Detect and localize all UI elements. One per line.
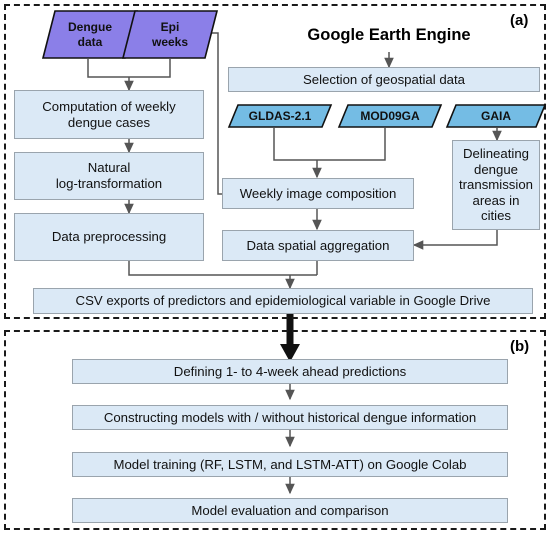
gaia-dataset-label: GAIA	[481, 108, 511, 123]
panel-b-tag: (b)	[510, 338, 530, 355]
selection-geospatial-data-box[interactable]: Selection of geospatial data	[228, 67, 540, 92]
weekly-image-composition-box[interactable]: Weekly image composition	[222, 178, 414, 209]
csv-exports-box[interactable]: CSV exports of predictors and epidemiolo…	[33, 288, 533, 314]
data-preprocessing-box[interactable]: Data preprocessing	[14, 213, 204, 261]
epi-weeks-node[interactable]: Epi weeks	[121, 10, 219, 59]
model-training-box[interactable]: Model training (RF, LSTM, and LSTM-ATT) …	[72, 452, 508, 477]
epi-weeks-label: Epi weeks	[151, 20, 189, 49]
gldas-dataset-node[interactable]: GLDAS-2.1	[227, 104, 333, 128]
mod09ga-dataset-label: MOD09GA	[360, 108, 420, 123]
google-earth-engine-title: Google Earth Engine	[307, 26, 471, 44]
defining-predictions-box[interactable]: Defining 1- to 4-week ahead predictions	[72, 359, 508, 384]
delineating-transmission-areas-box[interactable]: Delineating dengue transmission areas in…	[452, 140, 540, 230]
gldas-dataset-label: GLDAS-2.1	[248, 108, 312, 123]
flowchart-figure: (a) Dengue data Epi weeks Computation of…	[0, 0, 550, 534]
computation-weekly-dengue-cases-box[interactable]: Computation of weekly dengue cases	[14, 90, 204, 139]
gaia-dataset-node[interactable]: GAIA	[445, 104, 547, 128]
data-spatial-aggregation-box[interactable]: Data spatial aggregation	[222, 230, 414, 261]
mod09ga-dataset-node[interactable]: MOD09GA	[337, 104, 443, 128]
constructing-models-box[interactable]: Constructing models with / without histo…	[72, 405, 508, 430]
natural-log-transformation-box[interactable]: Natural log-transformation	[14, 152, 204, 200]
model-evaluation-box[interactable]: Model evaluation and comparison	[72, 498, 508, 523]
